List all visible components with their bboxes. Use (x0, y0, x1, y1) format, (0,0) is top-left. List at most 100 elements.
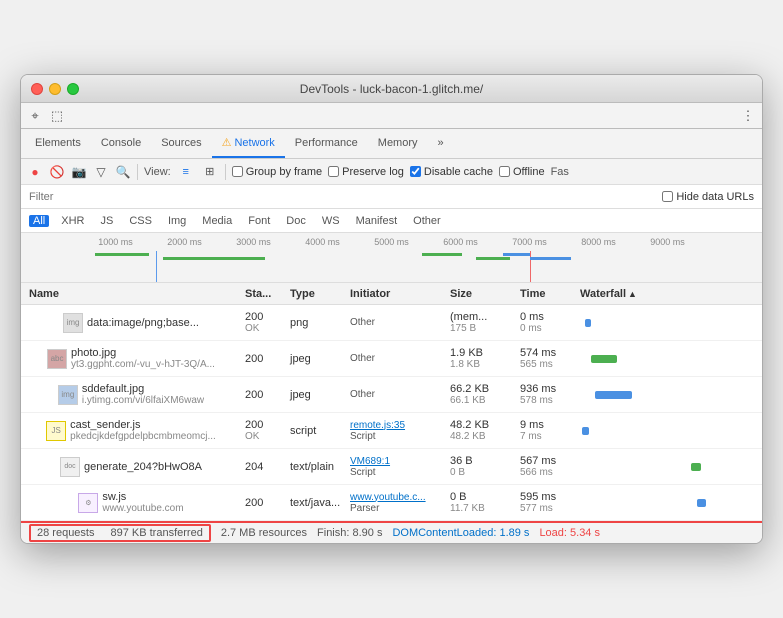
waterfall-timeline: 1000 ms 2000 ms 3000 ms 4000 ms 5000 ms … (21, 233, 762, 283)
col-header-name[interactable]: Name (21, 288, 241, 300)
type-font[interactable]: Font (244, 215, 274, 227)
inspect-icon[interactable]: ⬚ (47, 106, 67, 126)
dom-content-loaded: DOMContentLoaded: 1.89 s (392, 527, 529, 539)
col-header-type[interactable]: Type (286, 288, 346, 300)
cursor-icon[interactable]: ⌖ (25, 106, 45, 126)
type-doc[interactable]: Doc (282, 215, 310, 227)
thumbnail-img: img (63, 313, 83, 333)
col-header-status[interactable]: Sta... (241, 288, 286, 300)
network-toolbar: ● 🚫 📷 ▽ 🔍 View: ≡ ⊞ Group by frame Prese… (21, 159, 762, 185)
type-other[interactable]: Other (409, 215, 445, 227)
view-group-btn[interactable]: ⊞ (201, 164, 219, 180)
tab-memory[interactable]: Memory (368, 129, 428, 158)
type-media[interactable]: Media (198, 215, 236, 227)
type-css[interactable]: CSS (125, 215, 156, 227)
row-status: 200 OK (241, 311, 286, 334)
view-list-btn[interactable]: ≡ (177, 164, 195, 180)
tab-performance-label: Performance (295, 137, 358, 149)
time-mark-5: 5000 ms (357, 237, 426, 247)
tab-more[interactable]: » (428, 129, 454, 158)
group-by-frame-checkbox[interactable] (232, 166, 243, 177)
load-time: Load: 5.34 s (539, 527, 600, 539)
record-button[interactable]: ● (27, 164, 43, 180)
clear-button[interactable]: 🚫 (49, 164, 65, 180)
type-ws[interactable]: WS (318, 215, 344, 227)
col-header-waterfall[interactable]: Waterfall ▲ (576, 288, 762, 300)
separator-2 (225, 164, 226, 180)
camera-button[interactable]: 📷 (71, 164, 87, 180)
type-xhr[interactable]: XHR (57, 215, 88, 227)
preserve-log-checkbox[interactable] (328, 166, 339, 177)
tab-sources[interactable]: Sources (151, 129, 211, 158)
hide-data-urls-label[interactable]: Hide data URLs (662, 191, 754, 203)
disable-cache-checkbox[interactable] (410, 166, 421, 177)
row-time: 9 ms 7 ms (516, 419, 576, 442)
row-size: 0 B 11.7 KB (446, 491, 516, 514)
row-waterfall (576, 413, 762, 449)
tab-performance[interactable]: Performance (285, 129, 368, 158)
type-img[interactable]: Img (164, 215, 190, 227)
close-button[interactable] (31, 83, 43, 95)
tab-elements[interactable]: Elements (25, 129, 91, 158)
type-all[interactable]: All (29, 215, 49, 227)
offline-label[interactable]: Offline (499, 166, 545, 178)
waterfall-chart-area (81, 251, 762, 282)
filter-bar: Hide data URLs (21, 185, 762, 209)
table-row[interactable]: img sddefault.jpg i.ytimg.com/vi/6lfaiXM… (21, 377, 762, 413)
resources-size: 2.7 MB resources (221, 527, 307, 539)
row-name-text: sddefault.jpg i.ytimg.com/vi/6lfaiXM6waw (82, 383, 204, 406)
tab-network[interactable]: ⚠ Network (212, 129, 285, 158)
thumbnail-js: JS (46, 421, 66, 441)
row-time: 567 ms 566 ms (516, 455, 576, 478)
time-mark-2: 2000 ms (150, 237, 219, 247)
row-name-text: cast_sender.js pkedcjkdefgpdelpbcmbmeomc… (70, 419, 216, 442)
wf-header-bar-1 (95, 253, 149, 256)
table-row[interactable]: ⚙ sw.js www.youtube.com 200 text/java...… (21, 485, 762, 521)
network-warning-icon: ⚠ (222, 136, 232, 149)
more-icon[interactable]: ⋮ (738, 106, 758, 126)
row-initiator: www.youtube.c... Parser (346, 492, 446, 514)
row-size: (mem... 175 B (446, 311, 516, 334)
row-name-block: JS cast_sender.js pkedcjkdefgpdelpbcmbme… (21, 417, 241, 444)
col-header-initiator[interactable]: Initiator (346, 288, 446, 300)
row-name-sub: i.ytimg.com/vi/6lfaiXM6waw (82, 395, 204, 406)
col-header-size[interactable]: Size (446, 288, 516, 300)
minimize-button[interactable] (49, 83, 61, 95)
table-row[interactable]: doc generate_204?bHwO8A 204 text/plain V… (21, 449, 762, 485)
tab-console[interactable]: Console (91, 129, 151, 158)
time-mark-9: 9000 ms (633, 237, 702, 247)
time-mark-7: 7000 ms (495, 237, 564, 247)
wf-bar-5 (697, 499, 706, 507)
time-mark-8: 8000 ms (564, 237, 633, 247)
col-header-time[interactable]: Time (516, 288, 576, 300)
table-row[interactable]: JS cast_sender.js pkedcjkdefgpdelpbcmbme… (21, 413, 762, 449)
row-status: 204 (241, 461, 286, 473)
preserve-log-label[interactable]: Preserve log (328, 166, 404, 178)
wf-bar-4 (691, 463, 700, 471)
row-name-sub: yt3.ggpht.com/-vu_v-hJT-3Q/A... (71, 359, 215, 370)
hide-data-urls-checkbox[interactable] (662, 191, 673, 202)
search-icon[interactable]: 🔍 (115, 164, 131, 180)
type-js[interactable]: JS (96, 215, 117, 227)
type-manifest[interactable]: Manifest (352, 215, 402, 227)
disable-cache-label[interactable]: Disable cache (410, 166, 493, 178)
traffic-lights (31, 83, 79, 95)
table-row[interactable]: img data:image/png;base... 200 OK png Ot… (21, 305, 762, 341)
group-by-frame-label[interactable]: Group by frame (232, 166, 322, 178)
filter-icon[interactable]: ▽ (93, 164, 109, 180)
thumbnail-jpg: abc (47, 349, 67, 369)
time-mark-1: 1000 ms (81, 237, 150, 247)
requests-table: img data:image/png;base... 200 OK png Ot… (21, 305, 762, 521)
wf-header-bar-5 (503, 253, 530, 256)
row-type: jpeg (286, 353, 346, 365)
row-status: 200 (241, 389, 286, 401)
row-name-main: sddefault.jpg (82, 383, 204, 395)
wf-bar-1 (591, 355, 617, 363)
status-bar: 28 requests 897 KB transferred 2.7 MB re… (21, 521, 762, 543)
maximize-button[interactable] (67, 83, 79, 95)
offline-checkbox[interactable] (499, 166, 510, 177)
table-header: Name Sta... Type Initiator Size Time Wat… (21, 283, 762, 305)
filter-input[interactable] (29, 191, 654, 203)
table-row[interactable]: abc photo.jpg yt3.ggpht.com/-vu_v-hJT-3Q… (21, 341, 762, 377)
row-name-text: sw.js www.youtube.com (102, 491, 183, 514)
